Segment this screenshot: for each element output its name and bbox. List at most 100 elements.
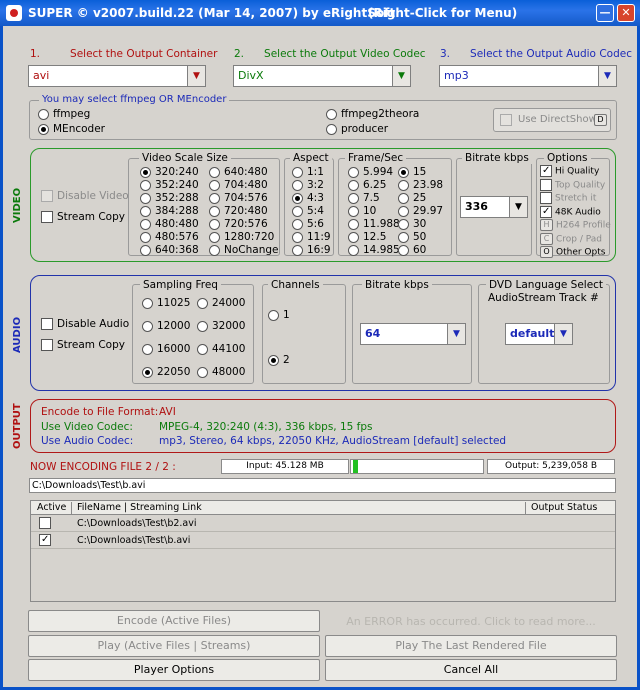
radio-option[interactable]: NoChange [209, 244, 278, 256]
radio-icon[interactable] [209, 192, 220, 204]
chevron-down-icon[interactable]: ▼ [554, 324, 572, 344]
radio-icon[interactable] [268, 354, 279, 366]
radio-option[interactable]: 352:288 [140, 192, 199, 204]
radio-option[interactable]: 704:480 [209, 179, 268, 191]
video-option[interactable]: Hi Quality [540, 165, 599, 177]
radio-icon[interactable] [140, 244, 151, 256]
radio-icon[interactable] [140, 218, 151, 230]
chevron-down-icon[interactable]: ▼ [392, 66, 410, 86]
radio-icon[interactable] [292, 166, 303, 178]
play-active-button[interactable]: Play (Active Files | Streams) [28, 635, 320, 657]
checkbox-icon[interactable] [41, 339, 53, 351]
audio-stream-copy[interactable]: Stream Copy [41, 339, 125, 351]
radio-icon[interactable] [398, 205, 409, 217]
radio-option[interactable]: 352:240 [140, 179, 199, 191]
radio-option[interactable]: 11.988 [348, 218, 400, 230]
audio-codec-select[interactable]: mp3 ▼ [439, 65, 617, 87]
table-row[interactable]: C:\Downloads\Test\b.avi [31, 532, 615, 549]
radio-icon[interactable] [398, 166, 409, 178]
radio-icon[interactable] [140, 231, 151, 243]
radio-icon[interactable] [398, 179, 409, 191]
radio-icon[interactable] [197, 343, 208, 355]
video-bitrate-select[interactable]: 336 ▼ [460, 196, 528, 218]
option-key-button[interactable]: H [540, 219, 553, 231]
radio-icon[interactable] [398, 192, 409, 204]
radio-option[interactable]: 14.985 [348, 244, 400, 256]
radio-option[interactable]: 6.25 [348, 179, 386, 191]
radio-icon[interactable] [348, 205, 359, 217]
radio-option[interactable]: 16000 [142, 343, 190, 355]
player-options-button[interactable]: Player Options [28, 659, 320, 681]
audio-bitrate-select[interactable]: 64 ▼ [360, 323, 466, 345]
radio-option[interactable]: 640:480 [209, 166, 268, 178]
radio-icon[interactable] [38, 123, 49, 135]
radio-icon[interactable] [142, 297, 153, 309]
play-last-button[interactable]: Play The Last Rendered File [325, 635, 617, 657]
option-key-button[interactable]: C [540, 232, 553, 245]
radio-option[interactable]: 44100 [197, 343, 245, 355]
radio-option[interactable]: 1280:720 [209, 231, 274, 243]
radio-option[interactable]: 5.994 [348, 166, 393, 178]
radio-icon[interactable] [209, 231, 220, 243]
radio-option[interactable]: 7.5 [348, 192, 380, 204]
radio-icon[interactable] [209, 244, 220, 256]
video-stream-copy[interactable]: Stream Copy [41, 211, 125, 223]
checkbox-icon[interactable] [41, 190, 53, 202]
radio-icon[interactable] [292, 218, 303, 230]
encoder-mencoder[interactable]: MEncoder [38, 123, 105, 135]
radio-icon[interactable] [209, 166, 220, 178]
minimize-button[interactable]: — [596, 4, 614, 22]
radio-icon[interactable] [348, 179, 359, 191]
radio-icon[interactable] [142, 343, 153, 355]
chevron-down-icon[interactable]: ▼ [509, 197, 527, 217]
checkbox-icon[interactable] [540, 178, 552, 191]
file-list[interactable]: Active FileName | Streaming Link Output … [30, 500, 616, 602]
channel-1[interactable]: 1 [268, 309, 290, 321]
radio-option[interactable]: 720:480 [209, 205, 268, 217]
radio-option[interactable]: 25 [398, 192, 426, 204]
radio-option[interactable]: 12.5 [348, 231, 386, 243]
radio-icon[interactable] [292, 244, 303, 256]
video-option[interactable]: C Crop / Pad [540, 232, 602, 245]
radio-option[interactable]: 640:368 [140, 244, 199, 256]
col-filename[interactable]: FileName | Streaming Link [77, 502, 202, 513]
radio-icon[interactable] [348, 244, 359, 256]
use-directshow-toggle[interactable]: Use DirectShow D [493, 108, 611, 132]
radio-icon[interactable] [142, 366, 153, 378]
chevron-down-icon[interactable]: ▼ [598, 66, 616, 86]
radio-option[interactable]: 480:576 [140, 231, 199, 243]
checkbox-icon[interactable] [500, 114, 512, 126]
video-option[interactable]: Stretch it [540, 192, 596, 204]
col-output-status[interactable]: Output Status [531, 502, 597, 513]
radio-icon[interactable] [209, 218, 220, 230]
encode-button[interactable]: Encode (Active Files) [28, 610, 320, 632]
radio-option[interactable]: 4:3 [292, 192, 324, 204]
radio-option[interactable]: 24000 [197, 297, 245, 309]
radio-icon[interactable] [142, 320, 153, 332]
radio-icon[interactable] [398, 244, 409, 256]
container-select[interactable]: avi ▼ [28, 65, 206, 87]
radio-option[interactable]: 32000 [197, 320, 245, 332]
radio-option[interactable]: 48000 [197, 366, 245, 378]
radio-icon[interactable] [209, 205, 220, 217]
checkbox-icon[interactable] [540, 165, 552, 177]
chevron-down-icon[interactable]: ▼ [447, 324, 465, 344]
radio-icon[interactable] [140, 166, 151, 178]
row-active-checkbox[interactable] [39, 534, 51, 546]
radio-icon[interactable] [348, 231, 359, 243]
radio-option[interactable]: 22050 [142, 366, 190, 378]
radio-icon[interactable] [38, 108, 49, 120]
radio-option[interactable]: 5:4 [292, 205, 324, 217]
checkbox-icon[interactable] [540, 205, 552, 218]
radio-icon[interactable] [268, 309, 279, 321]
radio-icon[interactable] [197, 366, 208, 378]
chevron-down-icon[interactable]: ▼ [187, 66, 205, 86]
title-bar[interactable]: SUPER © v2007.build.22 (Mar 14, 2007) by… [0, 0, 640, 26]
radio-option[interactable]: 704:576 [209, 192, 268, 204]
radio-icon[interactable] [197, 297, 208, 309]
col-active[interactable]: Active [37, 502, 66, 513]
radio-icon[interactable] [348, 166, 359, 178]
disable-video[interactable]: Disable Video [41, 190, 129, 202]
close-button[interactable]: ✕ [617, 4, 635, 22]
radio-option[interactable]: 5:6 [292, 218, 324, 230]
